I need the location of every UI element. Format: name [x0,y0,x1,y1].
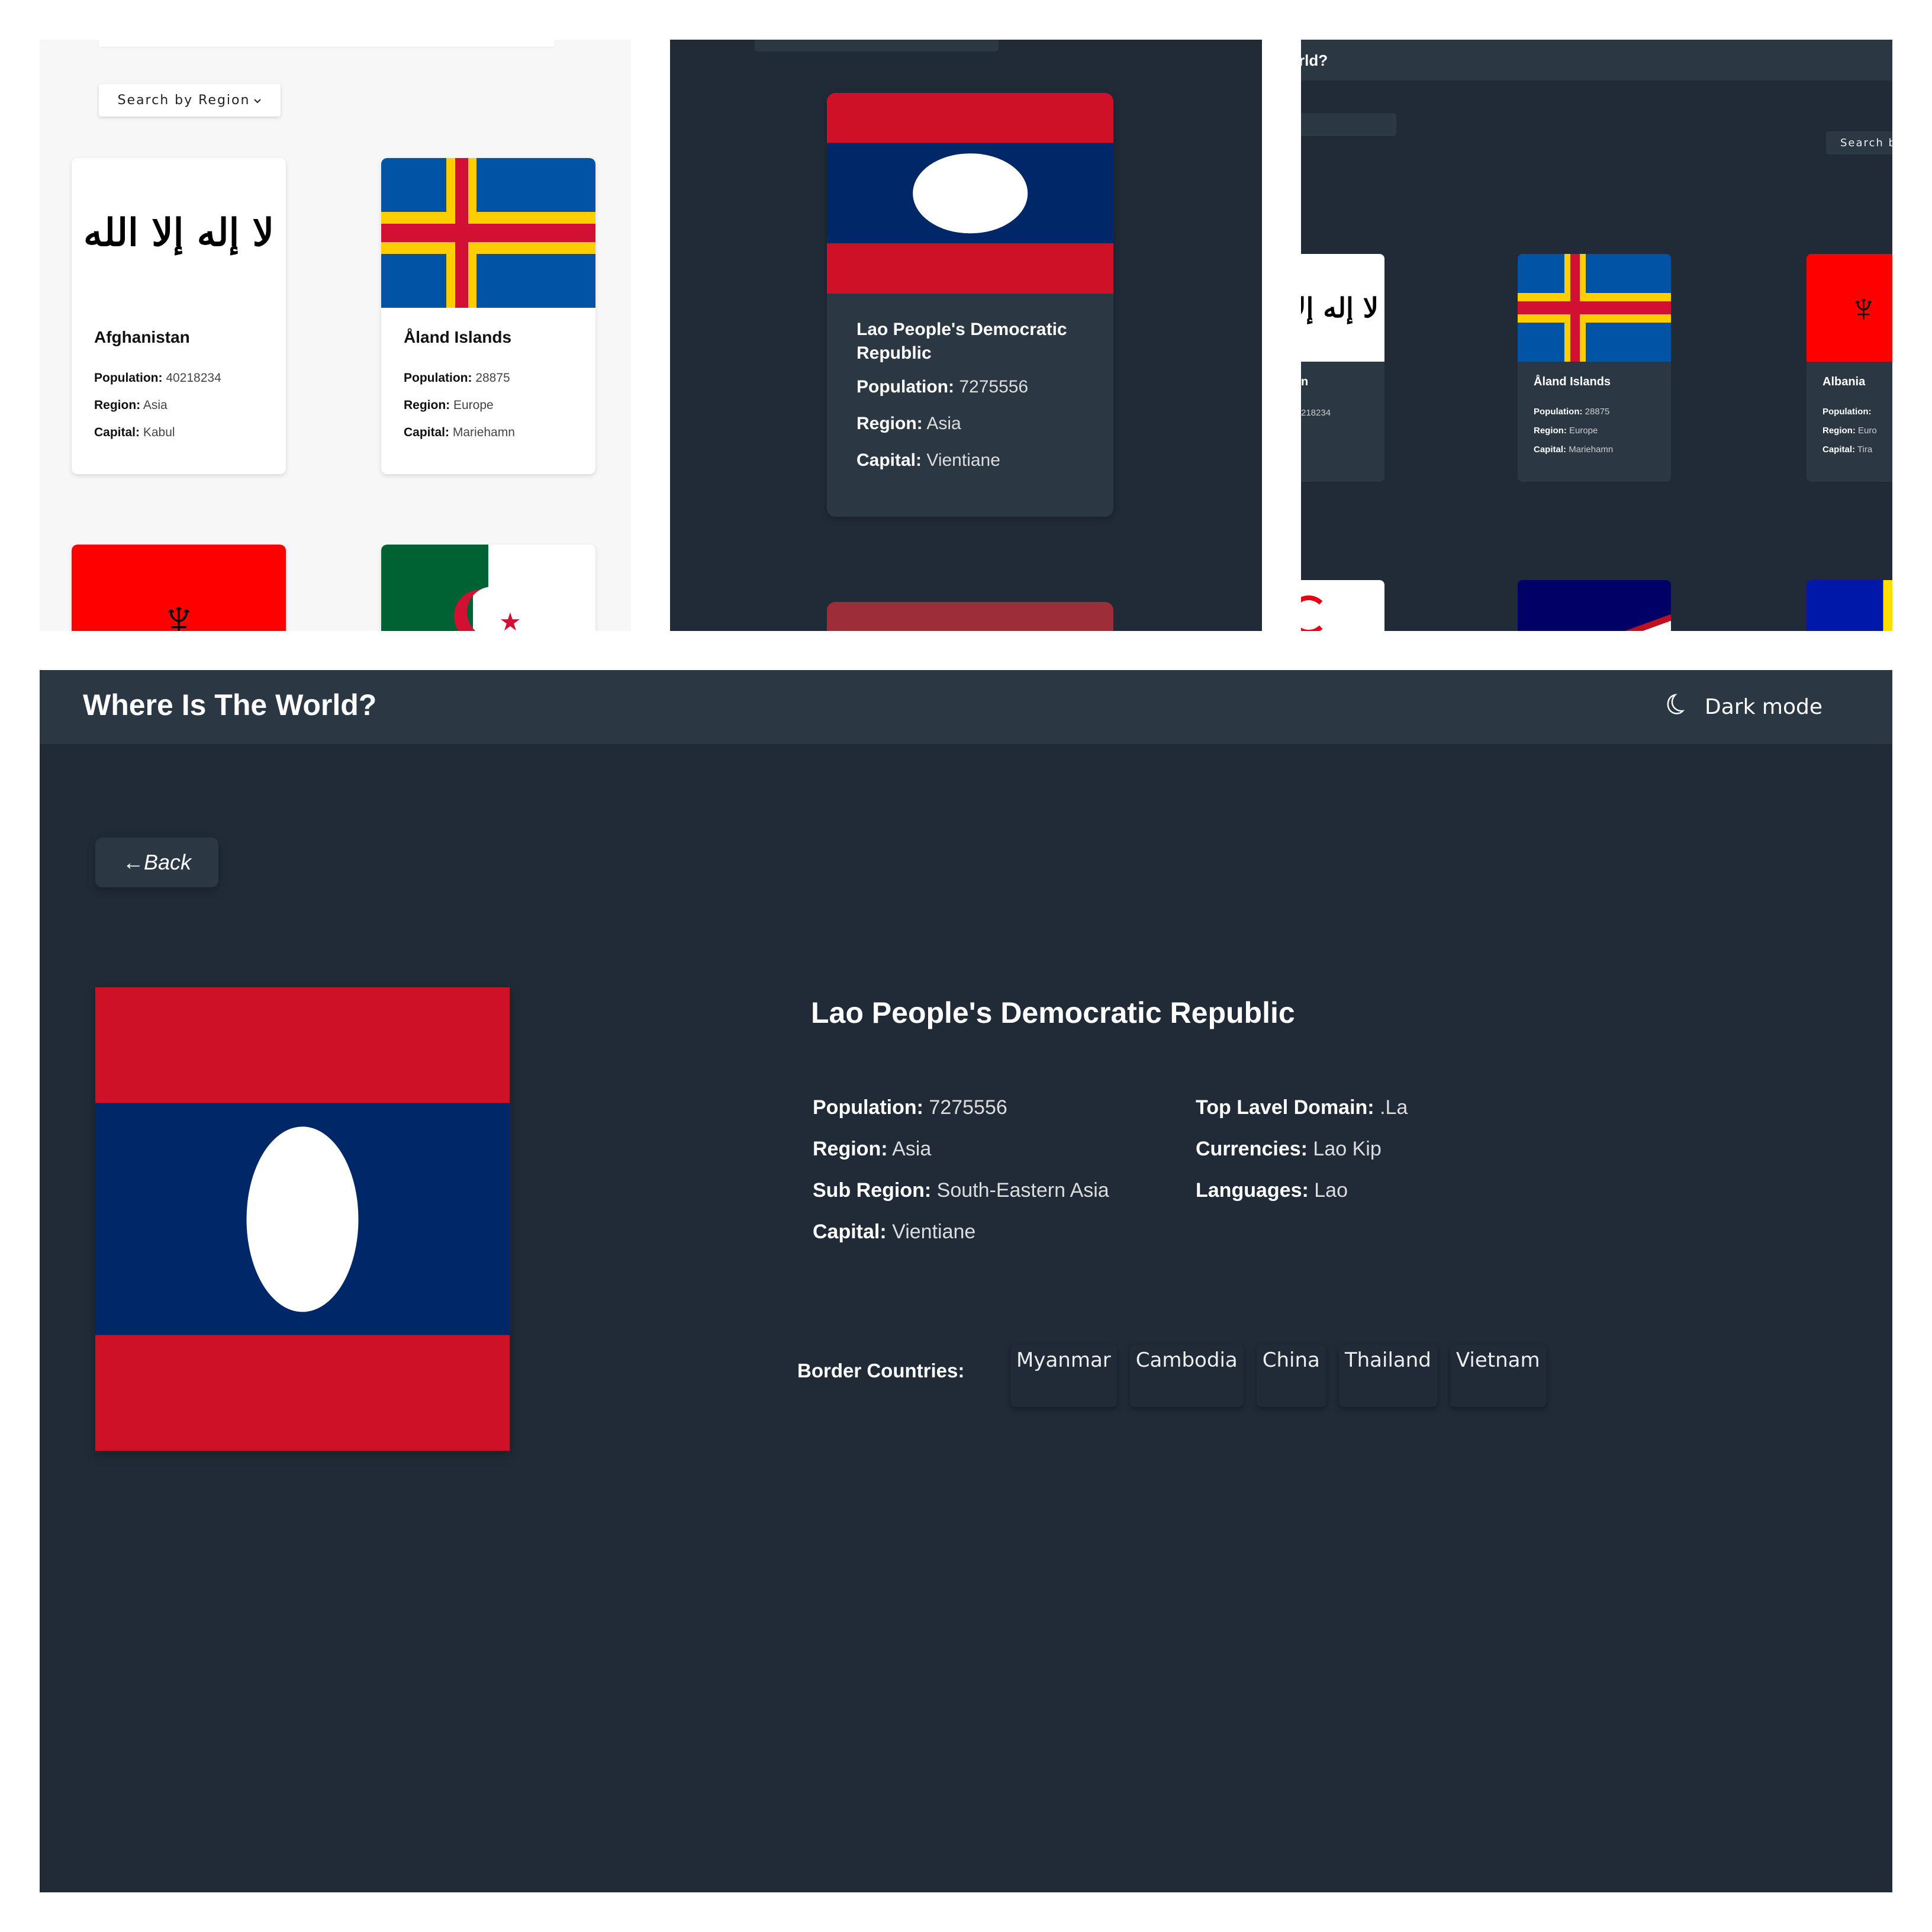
albania-flag: ♆ [72,545,286,631]
dark-mode-grid-panel: rld? Search by لا إله إلا n 218234 Åland… [1301,40,1892,631]
capital-row: Capital: Kabul [94,426,175,439]
search-input[interactable] [755,40,999,51]
arrow-left-icon: ← [122,850,144,874]
languages-row: Languages: Lao [1196,1179,1348,1202]
region-filter-label: Search by [1840,137,1892,149]
country-card[interactable]: ★ [381,545,595,631]
light-mode-grid-panel: Search by Region لا إله إلا الله Afghani… [40,40,631,631]
currencies-row: Currencies: Lao Kip [1196,1138,1382,1160]
laos-flag [95,987,510,1451]
region-row: Region: Asia [856,414,961,433]
country-card[interactable]: Åland Islands Population: 28875 Region: … [1518,254,1671,482]
population-row: Population: 28875 [404,371,510,385]
moon-icon [1663,693,1685,722]
capital-row: Capital: Mariehamn [404,426,515,439]
country-card[interactable]: ♆ [72,545,286,631]
region-row: Region: Europe [1534,426,1598,436]
header: Where Is The World? Dark mode [40,670,1892,744]
country-card[interactable]: Lao People's Democratic Republic Populat… [827,93,1113,517]
population-row: Population: 28875 [1534,407,1610,417]
population-value: 218234 [1301,408,1331,418]
region-row: Region: Asia [813,1138,932,1160]
detail-column-right: Top Lavel Domain: .La Currencies: Lao Ki… [1196,1096,1408,1221]
region-row: Region: Euro [1822,426,1877,436]
american-samoa-flag [1518,580,1671,631]
laos-flag [827,93,1113,294]
detail-column-left: Population: 7275556 Region: Asia Sub Reg… [813,1096,1109,1262]
border-country-button[interactable]: China [1256,1345,1326,1407]
country-card[interactable]: Åland Islands Population: 28875 Region: … [381,158,595,474]
region-filter-dropdown[interactable]: Search by [1826,131,1892,154]
back-label: Back [143,850,192,874]
country-card[interactable]: لا إله إلا الله Afghanistan Population: … [72,158,286,474]
country-card[interactable]: ♆ Albania Population: Region: Euro Capit… [1807,254,1892,482]
border-country-button[interactable]: Thailand [1338,1345,1437,1407]
dark-mode-toggle[interactable]: Dark mode [1663,693,1822,722]
country-card[interactable]: لا إله إلا n 218234 [1301,254,1384,482]
aland-islands-flag [1518,254,1671,362]
app-title: Where Is The World? [83,688,377,722]
country-card[interactable] [827,602,1113,631]
country-card[interactable] [1301,580,1384,631]
dark-mode-card-panel: Lao People's Democratic Republic Populat… [670,40,1262,631]
border-country-button[interactable]: Myanmar [1010,1345,1117,1407]
afghanistan-flag: لا إله إلا [1301,254,1384,362]
aland-islands-flag [381,158,595,308]
border-country-button[interactable]: Vietnam [1450,1345,1546,1407]
region-filter-dropdown[interactable]: Search by Region [99,84,281,117]
search-input[interactable] [99,40,555,47]
country-detail-panel: Where Is The World? Dark mode ← Back Lao … [40,670,1892,1892]
border-countries-label: Border Countries: [797,1360,965,1382]
population-row: Population: 40218234 [94,371,221,385]
country-name: Afghanistan [94,328,190,346]
header: rld? [1301,40,1892,80]
country-name: Åland Islands [404,328,512,346]
sub-region-row: Sub Region: South-Eastern Asia [813,1179,1109,1202]
country-card[interactable] [1518,580,1671,631]
dark-mode-label: Dark mode [1705,695,1822,719]
border-countries-list: Myanmar Cambodia China Thailand Vietnam [1010,1345,1546,1407]
capital-row: Capital: Mariehamn [1534,445,1614,455]
algeria-flag: ★ [381,545,595,631]
capital-row: Capital: Vientiane [813,1221,976,1243]
country-name: Lao People's Democratic Republic [856,320,1067,363]
population-row: Population: 7275556 [813,1096,1007,1119]
region-row: Region: Asia [94,398,168,412]
chevron-down-icon [253,93,262,108]
capital-row: Capital: Tira [1822,445,1873,455]
region-row: Region: Europe [404,398,494,412]
afghanistan-flag: لا إله إلا الله [72,158,286,308]
country-name: n [1301,375,1309,388]
albania-flag: ♆ [1807,254,1892,362]
top-level-domain-row: Top Lavel Domain: .La [1196,1096,1408,1119]
back-button[interactable]: ← Back [95,838,218,887]
tunisia-flag [1301,580,1384,631]
country-name: Åland Islands [1534,375,1611,388]
andorra-flag [1807,580,1892,631]
population-row: Population: 7275556 [856,377,1029,397]
capital-row: Capital: Vientiane [856,450,1000,470]
country-name: Albania [1822,375,1866,388]
border-country-button[interactable]: Cambodia [1129,1345,1244,1407]
search-input[interactable] [1301,113,1396,136]
region-filter-label: Search by Region [117,93,250,108]
population-row: Population: [1822,407,1872,417]
country-title: Lao People's Democratic Republic [811,996,1295,1029]
country-card[interactable] [1807,580,1892,631]
app-title: rld? [1301,51,1328,69]
